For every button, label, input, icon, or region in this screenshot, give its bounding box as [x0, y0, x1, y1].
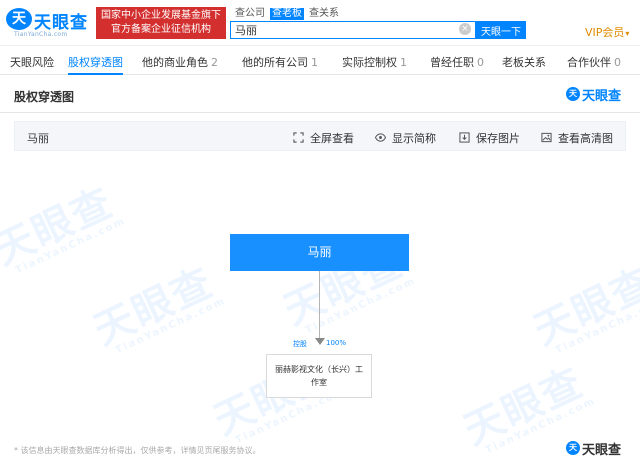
show-short-label: 显示简称 [392, 132, 436, 145]
search-type-tabs: 查公司 查老板 查关系 [233, 8, 344, 20]
tab-label: 曾经任职 [430, 56, 474, 69]
logo-mark-icon: 天 [566, 441, 580, 455]
tab-count: 0 [477, 56, 484, 69]
tab-actual-control[interactable]: 实际控制权 1 [342, 53, 407, 75]
tab-business-roles[interactable]: 他的商业角色 2 [142, 53, 218, 75]
graph-subject-name: 马丽 [27, 132, 49, 145]
watermark: 天眼查TianYanCha.com [527, 259, 640, 357]
search-box: × [230, 21, 476, 39]
banner-line-2: 官方备案企业征信机构 [111, 24, 211, 35]
graph-root-node[interactable]: 马丽 [230, 234, 409, 271]
vip-label: VIP会员 [585, 26, 625, 39]
section-title: 股权穿透图 [14, 90, 75, 104]
hd-image-label: 查看高清图 [558, 132, 613, 145]
edge-control-label: 控股 [293, 340, 307, 348]
search-input[interactable] [231, 22, 451, 38]
logo-mark: 天 [6, 8, 32, 30]
fullscreen-label: 全屏查看 [310, 132, 354, 145]
top-header: 天 天眼查 TianYanCha.com 国家中小企业发展基金旗下 官方备案企业… [0, 0, 640, 46]
tab-risk[interactable]: 天眼风险 [10, 53, 54, 75]
vip-menu[interactable]: VIP会员▾ [585, 24, 629, 40]
tab-count: 1 [311, 56, 318, 69]
hd-image-button[interactable]: 查看高清图 [541, 130, 613, 146]
save-icon [459, 132, 470, 143]
tianyancha-logo[interactable]: 天 天眼查 TianYanCha.com [6, 6, 92, 38]
tab-all-companies[interactable]: 他的所有公司 1 [242, 53, 318, 75]
tab-label: 老板关系 [502, 56, 546, 69]
eye-icon [375, 133, 386, 142]
official-banner: 国家中小企业发展基金旗下 官方备案企业征信机构 [96, 7, 226, 39]
search-button[interactable]: 天眼一下 [476, 21, 526, 39]
arrow-down-icon [315, 338, 325, 345]
tab-count: 1 [400, 56, 407, 69]
graph-toolbar: 马丽 全屏查看 显示简称 保存图片 查看高清图 [14, 121, 626, 151]
search-tab-company[interactable]: 查公司 [233, 8, 267, 20]
save-image-button[interactable]: 保存图片 [459, 130, 520, 146]
section-logo: 天 天眼查 [566, 85, 626, 104]
tab-label: 实际控制权 [342, 56, 397, 69]
tab-label: 天眼风险 [10, 56, 54, 69]
tab-label: 股权穿透图 [68, 56, 123, 69]
tab-boss-relations[interactable]: 老板关系 [502, 53, 546, 75]
watermark: 天眼查TianYanCha.com [87, 259, 228, 357]
tab-label: 他的所有公司 [242, 56, 308, 69]
section-logo-text: 天眼查 [582, 89, 622, 104]
fullscreen-button[interactable]: 全屏查看 [293, 130, 354, 146]
tab-equity-graph[interactable]: 股权穿透图 [68, 53, 123, 75]
search-tab-boss[interactable]: 查老板 [270, 8, 304, 20]
tab-partners[interactable]: 合作伙伴 0 [567, 53, 621, 75]
tab-past-positions[interactable]: 曾经任职 0 [430, 53, 484, 75]
tab-label: 他的商业角色 [142, 56, 208, 69]
profile-tabs: 天眼风险 股权穿透图 他的商业角色 2 他的所有公司 1 实际控制权 1 曾经任职 0 … [0, 53, 640, 75]
tab-count: 0 [614, 56, 621, 69]
show-short-name-button[interactable]: 显示简称 [375, 130, 436, 146]
graph-company-node[interactable]: 丽赫影视文化（长兴）工作室 [266, 354, 372, 398]
tab-count: 2 [211, 56, 218, 69]
image-icon [541, 132, 552, 143]
edge-percent-label: 100% [326, 339, 347, 347]
fullscreen-icon [293, 132, 304, 143]
watermark: 天眼查TianYanCha.com [0, 179, 128, 277]
clear-icon[interactable]: × [459, 23, 471, 35]
search-tab-relation[interactable]: 查关系 [307, 8, 341, 20]
tab-label: 合作伙伴 [567, 56, 611, 69]
footer-logo: 天 天眼查 [566, 439, 626, 458]
banner-line-1: 国家中小企业发展基金旗下 [101, 10, 221, 21]
footer-logo-text: 天眼查 [582, 443, 622, 458]
logo-subtext: TianYanCha.com [14, 31, 68, 38]
graph-edge-line [319, 271, 320, 341]
logo-text: 天眼查 [34, 13, 88, 33]
equity-graph-panel: 马丽 全屏查看 显示简称 保存图片 查看高清图 天眼查 TianYanCha.co… [0, 112, 640, 463]
logo-mark-icon: 天 [566, 87, 580, 101]
chevron-down-icon: ▾ [625, 29, 630, 38]
save-image-label: 保存图片 [476, 132, 520, 145]
disclaimer-note: * 该信息由天眼查数据库分析得出，仅供参考，详情见页尾服务协议。 [14, 446, 261, 455]
